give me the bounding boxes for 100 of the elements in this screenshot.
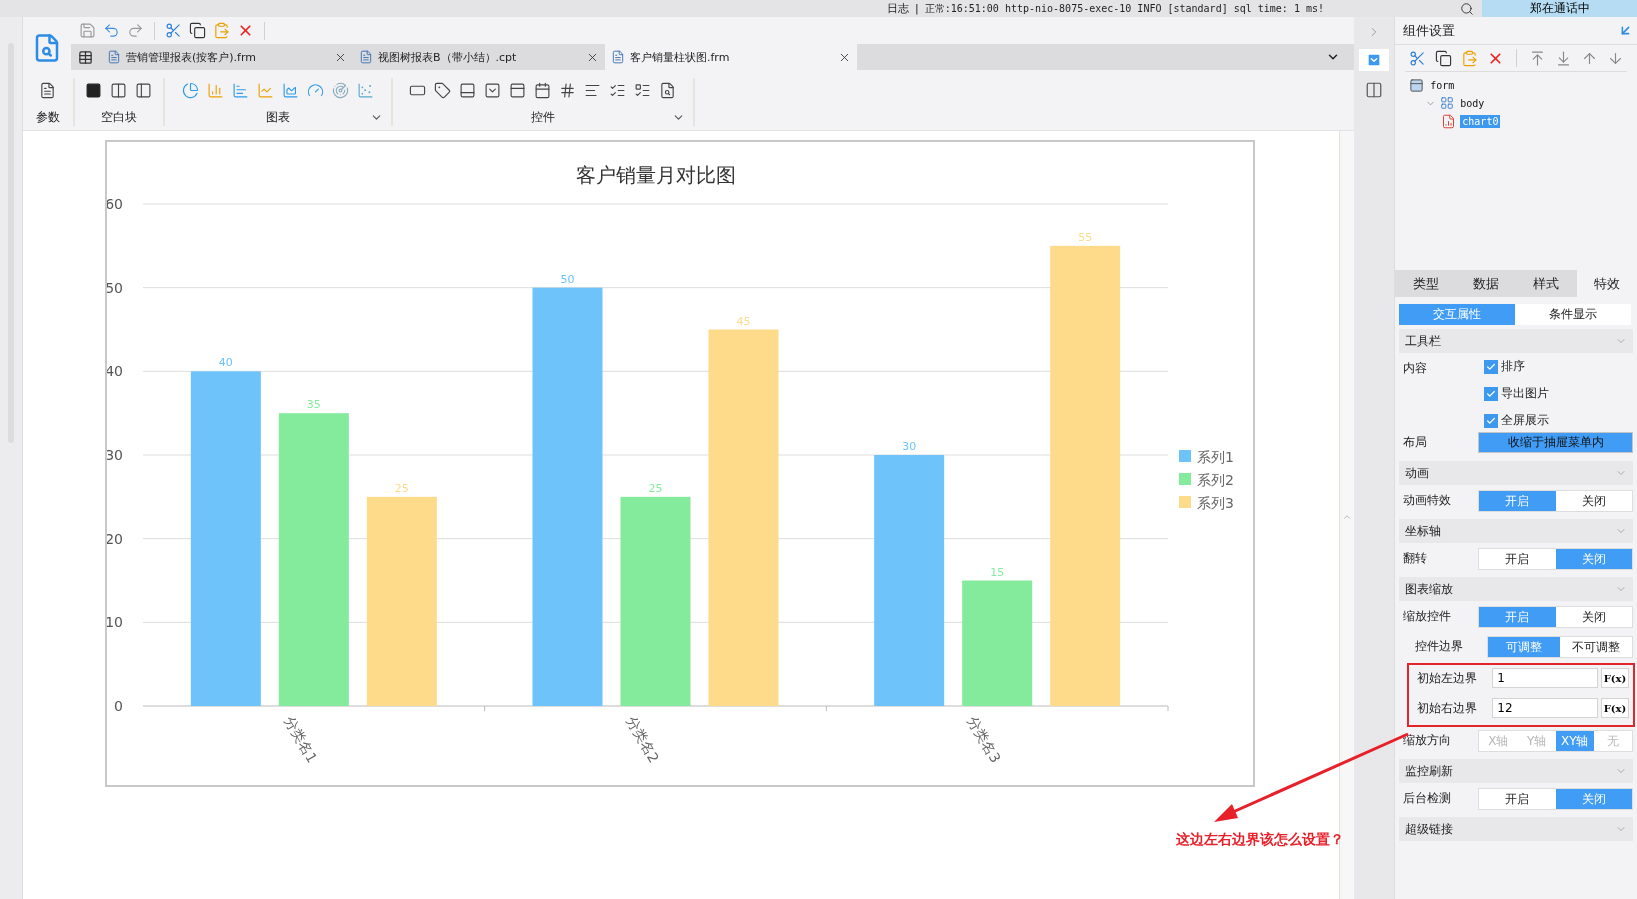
data-label: 40 [218,356,233,370]
filled-square-icon[interactable] [85,82,103,99]
document-icon [610,50,625,64]
radio-list-icon[interactable] [609,82,627,99]
body-icon [1440,96,1455,110]
window-icon[interactable] [509,82,527,99]
settings-tab[interactable]: 数据 [1455,270,1517,297]
separator-mark: | [915,2,919,15]
section-header[interactable]: 工具栏 [1399,329,1633,353]
input-field[interactable]: 1 [1492,668,1598,688]
category-label: 分类名2 [622,713,663,766]
property-label: 后台检测 [1403,790,1453,807]
chart-file-icon [1441,113,1457,129]
axis-tick-label: 10 [106,614,123,631]
settings-tab[interactable]: 类型 [1395,270,1456,297]
form-icon [1409,77,1425,93]
scrollbar[interactable] [1339,131,1355,899]
axis-tick-label: 50 [106,279,123,296]
radar-icon[interactable] [331,82,349,99]
checkbox[interactable] [1484,413,1499,428]
check-icon [1486,361,1497,372]
axis-tick-label: 0 [114,698,123,714]
section-header[interactable]: 图表缩放 [1399,577,1633,601]
two-column-icon[interactable] [110,82,128,99]
legend-label: 系列3 [1196,495,1234,511]
legend-label: 系列1 [1196,449,1234,465]
paste-icon[interactable] [212,22,230,39]
section-header[interactable]: 动画 [1399,461,1633,485]
property-label: 缩放控件 [1403,608,1453,625]
dropdown-panel-icon[interactable] [1359,49,1390,71]
area-chart-icon[interactable] [281,82,299,99]
section-header[interactable]: 坐标轴 [1399,519,1633,543]
undo-icon[interactable] [102,22,120,39]
panel-title: 组件设置 [1403,21,1456,40]
document-icon[interactable] [39,82,57,99]
calendar-icon[interactable] [534,82,552,99]
settings-tab[interactable]: 样式 [1516,270,1577,297]
column-chart-icon[interactable] [206,82,224,99]
axis-tick-label: 60 [106,196,123,212]
log-label[interactable]: 日志 [887,1,909,16]
checkbox-list-icon[interactable] [634,82,652,99]
chart-title: 客户销量月对比图 [575,163,736,187]
property-label: 初始右边界 [1417,700,1479,717]
paste-icon[interactable] [1461,49,1479,67]
line-chart-icon[interactable] [256,82,274,99]
category-label: 分类名3 [964,713,1004,766]
scatter-chart-icon[interactable] [356,82,374,99]
data-label: 30 [902,440,917,453]
copy-icon[interactable] [1435,49,1453,67]
section-header[interactable]: 超级链接 [1399,817,1633,841]
label-icon[interactable] [434,82,452,99]
property-label: 布局 [1403,434,1429,451]
section-header[interactable]: 监控刷新 [1399,759,1633,783]
data-label: 25 [394,481,409,495]
document-icon [106,50,121,64]
gauge-icon[interactable] [306,82,324,99]
layout-select[interactable]: 收缩于抽屉菜单内 [1478,432,1633,453]
tree-item[interactable]: form [1428,78,1457,92]
data-label: 55 [1078,230,1093,244]
file-tab[interactable]: 客户销量柱状图.frm [604,44,857,70]
check-icon [1486,415,1497,426]
checkbox-label: 排序 [1501,358,1526,375]
pie-chart-icon[interactable] [181,82,199,99]
cut-icon[interactable] [164,22,182,39]
checkbox-label: 全屏展示 [1501,412,1550,429]
data-label: 50 [560,272,575,286]
cut-icon[interactable] [1409,49,1427,67]
checkbox[interactable] [1484,359,1499,374]
save-icon[interactable] [78,22,96,39]
preview-icon[interactable] [659,82,677,99]
panel-icon[interactable] [135,82,153,99]
input-field[interactable]: 12 [1492,698,1598,718]
group-label: 图表 [265,109,290,126]
annotation-text: 这边左右边界该怎么设置？ [1176,831,1344,849]
formula-button[interactable]: F(x) [1601,668,1629,688]
axis-tick-label: 20 [106,530,123,547]
bar-chart-icon[interactable] [231,82,249,99]
settings-tab[interactable]: 特效 [1576,270,1637,297]
property-label: 内容 [1403,360,1429,377]
checkbox-label: 导出图片 [1501,385,1550,402]
data-label: 35 [306,398,321,412]
redo-icon[interactable] [126,22,144,39]
search-icon[interactable] [1460,1,1474,16]
layout-icon[interactable] [1365,81,1384,99]
formula-button[interactable]: F(x) [1601,698,1629,718]
dropdown-icon[interactable] [484,82,502,99]
copy-icon[interactable] [188,22,206,39]
category-label: 分类名1 [281,713,321,766]
property-label: 初始左边界 [1417,670,1479,687]
text-area-icon[interactable] [584,82,602,99]
axis-tick-label: 30 [106,447,123,463]
call-status-button[interactable]: 郑在通话中 [1482,0,1637,17]
property-label: 控件边界 [1415,638,1465,655]
number-icon[interactable] [559,82,577,99]
legend-label: 系列2 [1196,472,1234,488]
tree-item[interactable]: body [1458,96,1487,110]
check-icon [1486,388,1497,399]
button-icon[interactable] [459,82,477,99]
group-label: 控件 [530,109,555,126]
checkbox[interactable] [1484,386,1499,401]
